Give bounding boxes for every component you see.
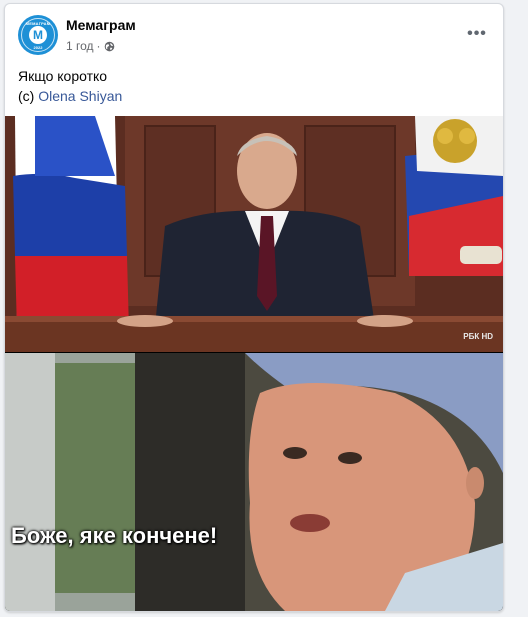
page-name-link[interactable]: Мемаграм — [66, 17, 136, 33]
meta-separator: · — [96, 39, 101, 53]
credit-prefix: (c) — [18, 88, 35, 104]
post-message: Якщо коротко — [18, 68, 108, 84]
post-meta: 1 год · — [66, 39, 115, 53]
credit-line: (c) Olena Shiyan — [18, 86, 122, 106]
bottom-panel-scene — [5, 353, 503, 611]
more-options-button[interactable]: ••• — [465, 22, 489, 46]
meme-top-panel: РБК HD — [5, 116, 503, 352]
post-text: Якщо коротко (c) Olena Shiyan — [18, 66, 122, 106]
top-panel-scene — [5, 116, 503, 352]
avatar-logo: М — [29, 26, 47, 44]
meme-caption: Боже, яке кончене! — [11, 523, 218, 548]
avatar-letter: М — [33, 28, 43, 42]
globe-icon[interactable] — [104, 41, 115, 52]
post-header: МЕМАГРАМ М 2022 Мемаграм 1 год · ••• — [5, 4, 503, 64]
tv-watermark: РБК HD — [463, 332, 493, 341]
meme-bottom-panel: Боже, яке кончене! — [5, 353, 503, 611]
post-card: МЕМАГРАМ М 2022 Мемаграм 1 год · ••• Якщ… — [4, 3, 504, 612]
avatar-bottom-text: 2022 — [33, 45, 43, 50]
post-time[interactable]: 1 год — [66, 39, 94, 53]
more-options-icon: ••• — [467, 25, 487, 42]
meme-image[interactable]: РБК HD Боже, яке кончене! — [5, 116, 503, 611]
credit-author-link[interactable]: Olena Shiyan — [38, 88, 122, 104]
page-avatar[interactable]: МЕМАГРАМ М 2022 — [18, 15, 58, 55]
